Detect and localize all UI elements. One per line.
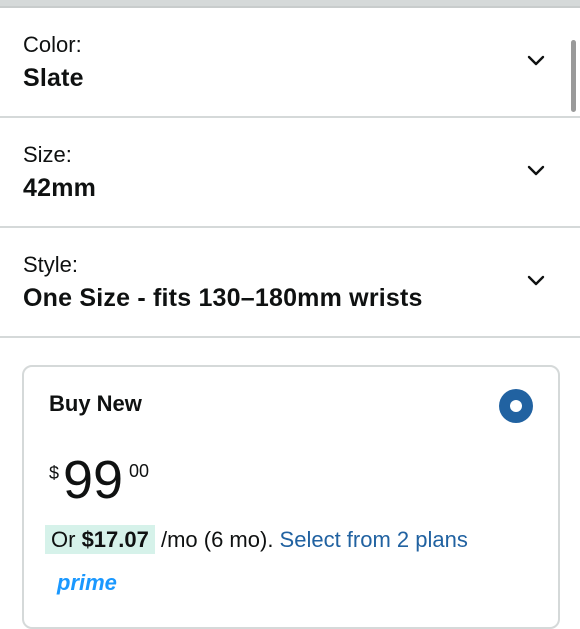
variant-selector-style[interactable]: Style: One Size - fits 130–180mm wrists bbox=[0, 228, 580, 338]
variant-selector-color[interactable]: Color: Slate bbox=[0, 8, 580, 118]
buy-new-title: Buy New bbox=[49, 391, 142, 416]
chevron-down-icon[interactable] bbox=[527, 272, 545, 290]
variant-value: 42mm bbox=[23, 174, 97, 202]
installment-highlight: Or $17.07 bbox=[45, 525, 155, 554]
variant-selector-size[interactable]: Size: 42mm bbox=[0, 118, 580, 228]
radio-selected-icon[interactable] bbox=[499, 389, 533, 423]
chevron-down-icon[interactable] bbox=[527, 52, 545, 70]
variant-label: Style: bbox=[23, 252, 79, 277]
price-fraction: 00 bbox=[129, 461, 150, 481]
installment-offer: Or $17.07 /mo (6 mo). Select from 2 plan… bbox=[45, 525, 468, 554]
variant-label: Color: bbox=[23, 32, 82, 57]
variant-value: Slate bbox=[23, 64, 84, 92]
prime-logo: prime bbox=[57, 570, 117, 595]
scrollbar[interactable] bbox=[571, 40, 576, 112]
installment-suffix: /mo (6 mo). bbox=[154, 527, 280, 552]
select-plans-link[interactable]: Select from 2 plans bbox=[280, 527, 468, 552]
buy-new-option-card[interactable]: Buy New $ 99 00 Or $17.07 /mo (6 mo). Se… bbox=[22, 365, 560, 629]
installment-prefix: Or bbox=[51, 527, 82, 552]
price-currency-symbol: $ bbox=[49, 463, 60, 483]
variant-label: Size: bbox=[23, 142, 72, 167]
top-divider bbox=[0, 0, 580, 8]
radio-dot bbox=[510, 400, 522, 412]
variant-value: One Size - fits 130–180mm wrists bbox=[23, 284, 423, 312]
price-whole: 99 bbox=[63, 450, 124, 510]
installment-amount: $17.07 bbox=[81, 527, 149, 552]
chevron-down-icon[interactable] bbox=[527, 162, 545, 180]
